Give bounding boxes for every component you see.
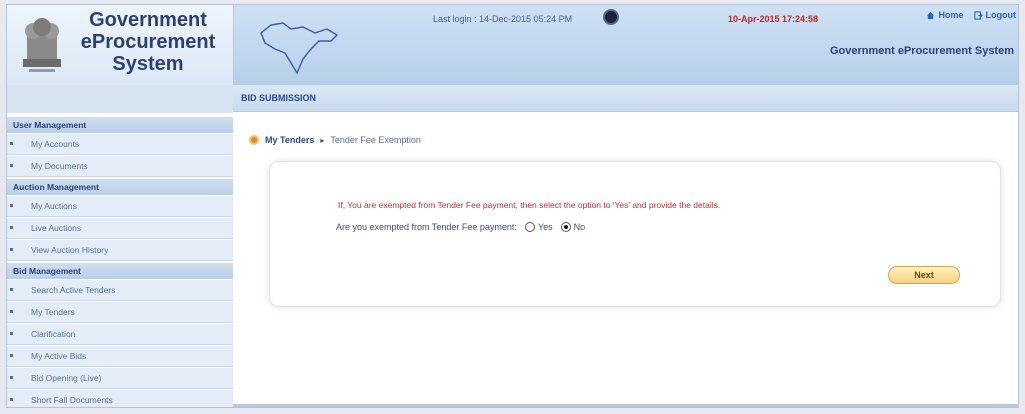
logout-label: Logout	[985, 10, 1017, 20]
exemption-question-row: Are you exempted from Tender Fee payment…	[336, 222, 585, 232]
user-avatar-icon	[603, 9, 619, 25]
sidebar-item-my-documents[interactable]: My Documents	[7, 155, 233, 177]
next-button[interactable]: Next	[888, 266, 960, 284]
no-radio[interactable]	[560, 222, 571, 232]
server-clock: 10-Apr-2015 17:24:58	[728, 14, 819, 24]
sidebar-item-my-accounts[interactable]: My Accounts	[7, 133, 233, 155]
bullet-icon	[10, 248, 13, 251]
sidebar-section-user-management: User Management	[7, 115, 233, 133]
page-title: BID SUBMISSION	[233, 85, 1018, 112]
home-icon	[927, 11, 935, 19]
option-no[interactable]: No	[560, 222, 586, 232]
option-yes[interactable]: Yes	[524, 222, 553, 232]
header: Government eProcurement System Last logi…	[7, 5, 1018, 85]
breadcrumb-bullet-icon	[249, 135, 259, 145]
home-link[interactable]: Home	[926, 10, 964, 20]
logout-link[interactable]: Logout	[973, 10, 1017, 20]
sidebar-item-clarification[interactable]: Clarification	[7, 323, 233, 345]
national-emblem-icon	[23, 18, 61, 72]
bullet-icon	[10, 226, 13, 229]
bullet-icon	[10, 354, 13, 357]
sidebar-item-label: My Tenders	[31, 307, 75, 317]
sidebar-section-bid-management: Bid Management	[7, 261, 233, 279]
bottom-border	[233, 404, 1018, 407]
application-window: Government eProcurement System Last logi…	[6, 4, 1019, 408]
top-bar: Last login : 14-Dec-2015 05:24 PM 10-Apr…	[233, 5, 1018, 33]
sidebar-top-spacer	[7, 85, 233, 115]
sidebar-item-my-active-bids[interactable]: My Active Bids	[7, 345, 233, 367]
breadcrumb-current: Tender Fee Exemption	[330, 135, 421, 145]
bullet-icon	[10, 310, 13, 313]
tender-fee-exemption-panel: If, You are exempted from Tender Fee pay…	[269, 161, 1001, 307]
bullet-icon	[10, 288, 13, 291]
bullet-icon	[10, 376, 13, 379]
breadcrumb-my-tenders-link[interactable]: My Tenders	[265, 135, 314, 145]
brand-line-2: eProcurement	[80, 31, 216, 53]
sidebar-item-label: Short Fall Documents	[31, 395, 113, 405]
bullet-icon	[10, 332, 13, 335]
header-links: Home Logout	[926, 10, 1016, 20]
sidebar-item-label: Live Auctions	[31, 223, 82, 233]
home-label: Home	[938, 10, 964, 20]
sidebar-item-label: Bid Opening (Live)	[31, 373, 102, 383]
sidebar-item-view-auction-history[interactable]: View Auction History	[7, 239, 233, 261]
breadcrumb: My Tenders ▸ Tender Fee Exemption	[249, 135, 421, 145]
exemption-question-label: Are you exempted from Tender Fee payment…	[336, 222, 517, 232]
brand-title: Government eProcurement System	[67, 9, 229, 75]
breadcrumb-arrow-icon: ▸	[320, 135, 325, 145]
sidebar-item-search-active-tenders[interactable]: Search Active Tenders	[7, 279, 233, 301]
sidebar-item-label: Clarification	[31, 329, 76, 339]
header-subtitle: Government eProcurement System	[829, 45, 1014, 57]
yes-label: Yes	[537, 222, 553, 232]
last-login-text: Last login : 14-Dec-2015 05:24 PM	[433, 14, 573, 24]
sidebar-item-bid-opening-live[interactable]: Bid Opening (Live)	[7, 367, 233, 389]
yes-radio[interactable]	[524, 222, 535, 232]
bullet-icon	[10, 142, 13, 145]
main-content: BID SUBMISSION My Tenders ▸ Tender Fee E…	[233, 85, 1018, 407]
sidebar-item-label: My Auctions	[31, 201, 77, 211]
sidebar-item-label: My Active Bids	[31, 351, 87, 361]
sidebar-item-my-auctions[interactable]: My Auctions	[7, 195, 233, 217]
no-label: No	[573, 222, 586, 232]
sidebar-item-my-tenders[interactable]: My Tenders	[7, 301, 233, 323]
sidebar-item-label: My Documents	[31, 161, 88, 171]
brand-line-1: Government	[89, 9, 207, 31]
sidebar-item-label: View Auction History	[31, 245, 109, 255]
bullet-icon	[10, 164, 13, 167]
logo-area: Government eProcurement System	[7, 5, 234, 85]
sidebar-item-live-auctions[interactable]: Live Auctions	[7, 217, 233, 239]
sidebar-item-label: Search Active Tenders	[31, 285, 116, 295]
sidebar-item-short-fall-documents[interactable]: Short Fall Documents	[7, 389, 233, 407]
bullet-icon	[10, 204, 13, 207]
sidebar: User Management My Accounts My Documents…	[7, 85, 234, 407]
bullet-icon	[10, 398, 13, 401]
sidebar-section-auction-management: Auction Management	[7, 177, 233, 195]
logout-icon	[973, 10, 983, 20]
exemption-note: If, You are exempted from Tender Fee pay…	[338, 200, 721, 210]
sidebar-item-label: My Accounts	[31, 139, 80, 149]
brand-line-3: System	[112, 53, 184, 75]
